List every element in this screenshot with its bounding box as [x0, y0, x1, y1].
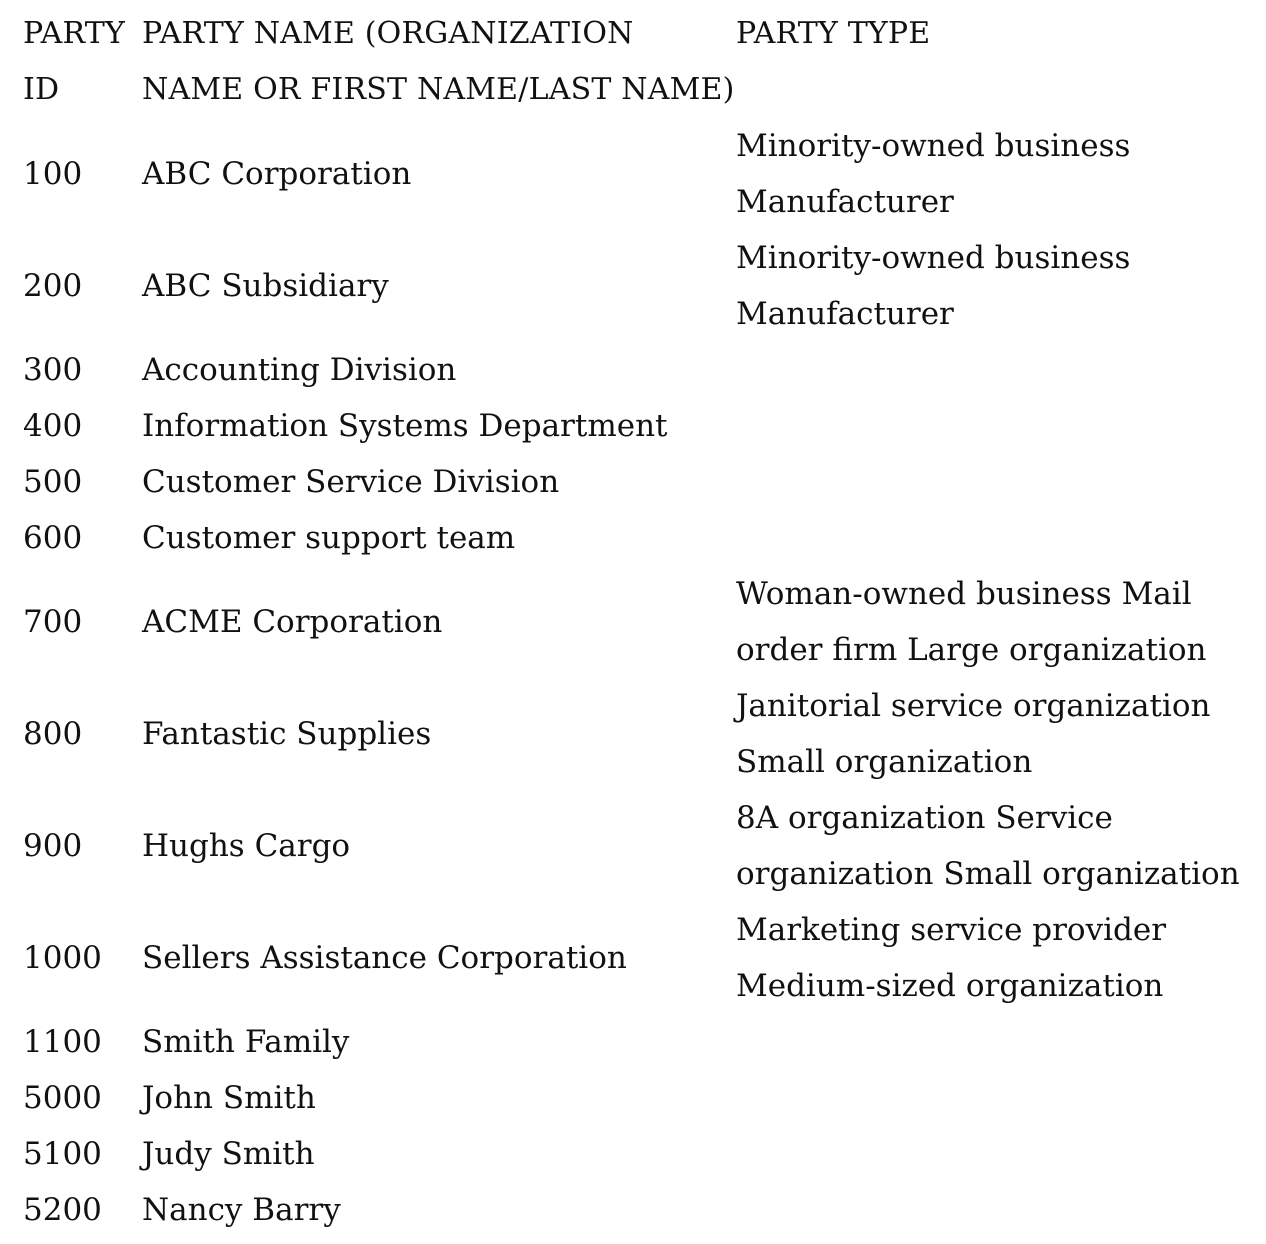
- party-id-cell: 100: [23, 156, 83, 192]
- table-row: 900 Hughs Cargo 8A organization Service …: [23, 790, 1263, 902]
- party-type-cell: [736, 342, 1263, 398]
- party-type-cell: [736, 1070, 1263, 1126]
- party-type-cell: Janitorial service organization Small or…: [736, 688, 1211, 780]
- party-name-cell: Sellers Assistance Corporation: [142, 940, 627, 976]
- table-row: 5000 John Smith: [23, 1070, 1263, 1126]
- header-row: PARTY ID PARTY NAME (ORGANIZATION NAME O…: [23, 6, 1263, 118]
- table-row: 600 Customer support team: [23, 510, 1263, 566]
- party-id-cell: 300: [23, 352, 83, 388]
- party-name-cell: ABC Corporation: [142, 156, 412, 192]
- party-id-cell: 900: [23, 828, 83, 864]
- party-type-cell: Woman-owned business Mail order firm Lar…: [736, 576, 1207, 668]
- party-id-cell: 600: [23, 520, 83, 556]
- table-row: 800 Fantastic Supplies Janitorial servic…: [23, 678, 1263, 790]
- party-id-cell: 700: [23, 604, 83, 640]
- party-type-cell: Minority-owned business Manufacturer: [736, 240, 1131, 332]
- party-type-cell: [736, 398, 1263, 454]
- table-row: 1000 Sellers Assistance Corporation Mark…: [23, 902, 1263, 1014]
- table-row: 700 ACME Corporation Woman-owned busines…: [23, 566, 1263, 678]
- party-type-cell: [736, 1014, 1263, 1070]
- party-type-cell: Minority-owned business Manufacturer: [736, 128, 1131, 220]
- party-name-cell: Nancy Barry: [142, 1192, 341, 1228]
- party-type-cell: 8A organization Service organization Sma…: [736, 800, 1240, 892]
- party-type-cell: [736, 1182, 1263, 1238]
- party-type-cell: [736, 454, 1263, 510]
- table-row: 200 ABC Subsidiary Minority-owned busine…: [23, 230, 1263, 342]
- party-name-cell: ABC Subsidiary: [142, 268, 389, 304]
- party-name-cell: Smith Family: [142, 1024, 350, 1060]
- table-row: 500 Customer Service Division: [23, 454, 1263, 510]
- party-name-cell: Accounting Division: [142, 352, 457, 388]
- party-id-cell: 5100: [23, 1136, 102, 1172]
- party-id-cell: 200: [23, 268, 83, 304]
- party-name-cell: Hughs Cargo: [142, 828, 351, 864]
- party-name-cell: Customer Service Division: [142, 464, 560, 500]
- party-name-cell: Judy Smith: [142, 1136, 315, 1172]
- party-table: PARTY ID PARTY NAME (ORGANIZATION NAME O…: [23, 6, 1263, 1238]
- document: PARTY ID PARTY NAME (ORGANIZATION NAME O…: [0, 0, 1266, 1238]
- table-row: 5200 Nancy Barry: [23, 1182, 1263, 1238]
- party-type-cell: [736, 1126, 1263, 1182]
- table-row: 400 Information Systems Department: [23, 398, 1263, 454]
- party-type-cell: [736, 510, 1263, 566]
- party-name-cell: Fantastic Supplies: [142, 716, 432, 752]
- table-row: 300 Accounting Division: [23, 342, 1263, 398]
- party-name-cell: Customer support team: [142, 520, 516, 556]
- party-id-cell: 1000: [23, 940, 102, 976]
- header-party-id: PARTY ID: [23, 16, 125, 107]
- party-type-cell: Marketing service provider Medium-sized …: [736, 912, 1167, 1004]
- party-id-cell: 5200: [23, 1192, 102, 1228]
- party-id-cell: 800: [23, 716, 83, 752]
- header-party-name: PARTY NAME (ORGANIZATION NAME OR FIRST N…: [142, 16, 735, 107]
- party-id-cell: 1100: [23, 1024, 102, 1060]
- party-id-cell: 500: [23, 464, 83, 500]
- table-body: 100 ABC Corporation Minority-owned busin…: [23, 118, 1263, 1238]
- party-name-cell: Information Systems Department: [142, 408, 668, 444]
- header-party-type: PARTY TYPE: [736, 16, 931, 51]
- party-id-cell: 5000: [23, 1080, 102, 1116]
- table-row: 5100 Judy Smith: [23, 1126, 1263, 1182]
- table-row: 100 ABC Corporation Minority-owned busin…: [23, 118, 1263, 230]
- party-name-cell: John Smith: [142, 1080, 316, 1116]
- party-id-cell: 400: [23, 408, 83, 444]
- table-row: 1100 Smith Family: [23, 1014, 1263, 1070]
- party-name-cell: ACME Corporation: [142, 604, 443, 640]
